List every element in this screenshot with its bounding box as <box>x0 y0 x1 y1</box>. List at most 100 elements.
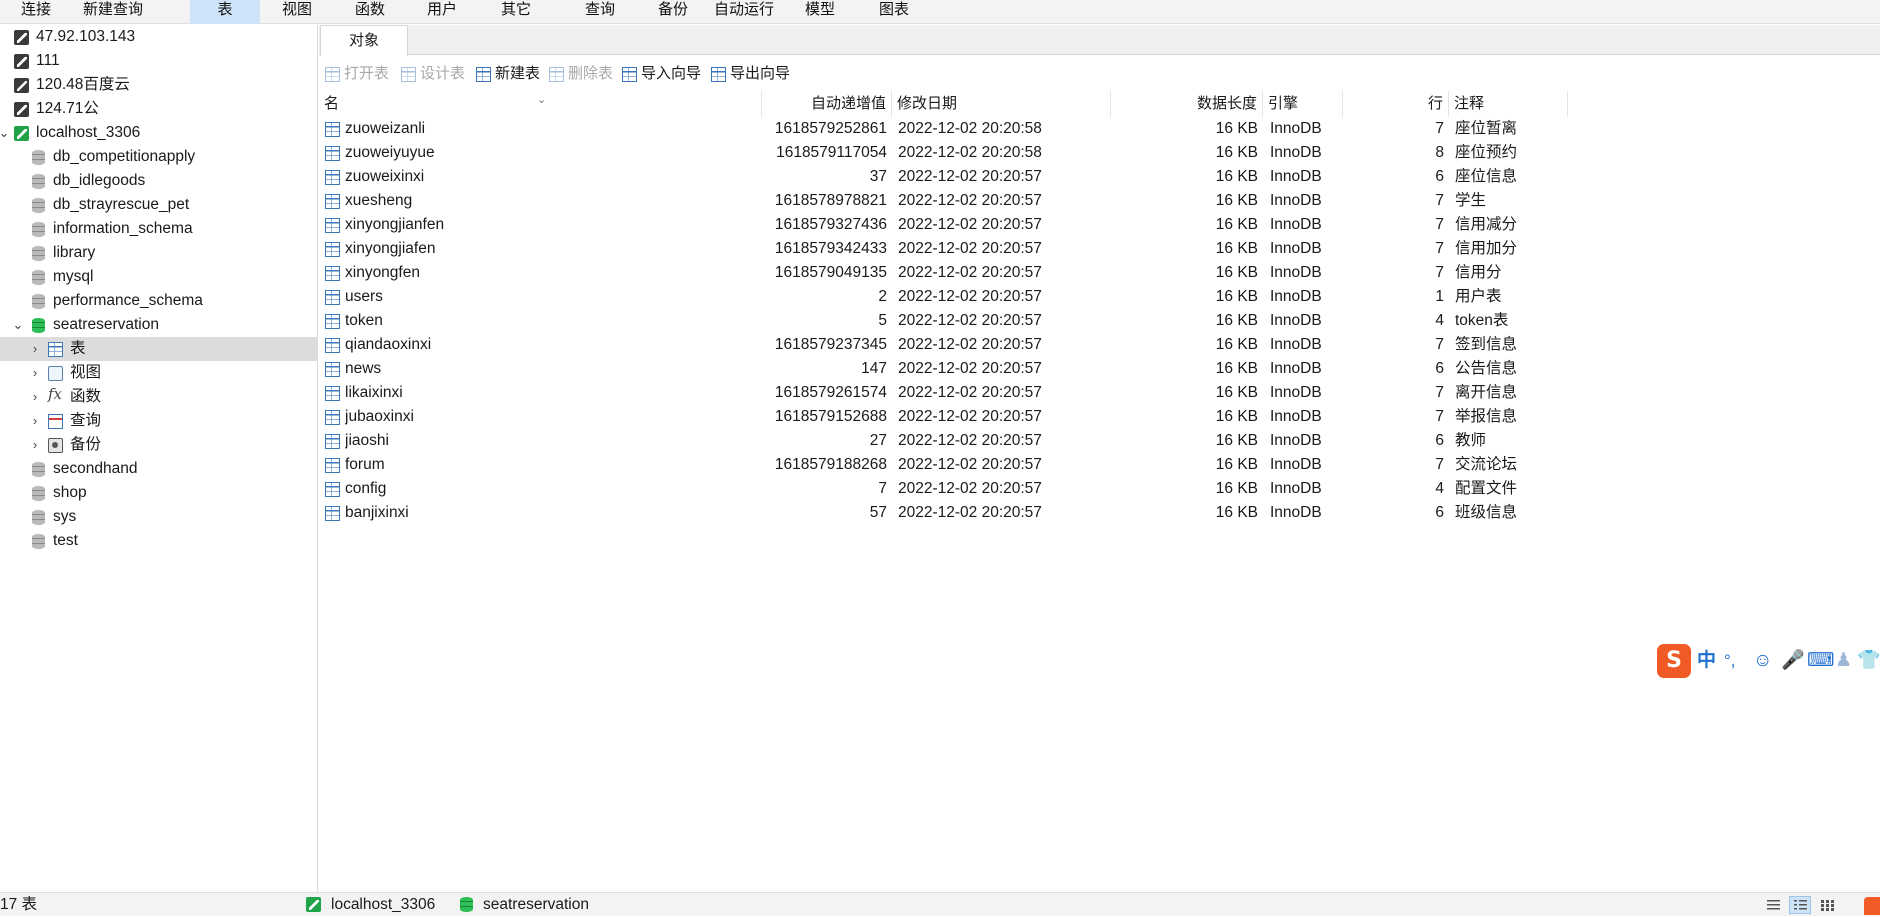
table-row[interactable]: news 147 2022-12-02 20:20:57 16 KB InnoDB 6 公告… <box>319 357 1880 381</box>
tree-database[interactable]: information_schema <box>0 217 318 241</box>
ime-mode-toggle[interactable]: 中 <box>1697 649 1716 673</box>
expanded-chevron-icon[interactable]: ⌄ <box>12 313 24 337</box>
tree-database[interactable]: db_strayrescue_pet <box>0 193 318 217</box>
col-auto-inc-header[interactable]: 自动递增值 <box>762 91 892 117</box>
cell-data-length: 16 KB <box>1215 264 1258 281</box>
table-row[interactable]: xuesheng 1618578978821 2022-12-02 20:20:57… <box>319 189 1880 213</box>
cell-engine: InnoDB <box>1270 384 1322 401</box>
list-view-icon <box>1767 900 1780 911</box>
tree-folder-function[interactable]: › fx 函数 <box>0 385 318 409</box>
menu-item[interactable]: 备份 <box>638 0 708 24</box>
cell-rows: 7 <box>1435 408 1444 425</box>
tree-database[interactable]: mysql <box>0 265 318 289</box>
ime-punct-toggle[interactable]: °, <box>1724 649 1736 673</box>
menu-item[interactable]: 视图 <box>268 0 326 24</box>
table-icon <box>325 170 340 185</box>
tree-node-label: mysql <box>53 268 94 285</box>
connection-tree[interactable]: 47.92.103.143 111 120.48百度云 124.71公 ⌄ localho… <box>0 25 318 892</box>
cell-modified: 2022-12-02 20:20:58 <box>898 144 1042 161</box>
menu-item[interactable]: 新建查询 <box>76 0 150 24</box>
ime-logo-icon[interactable]: S <box>1657 644 1691 678</box>
table-icon <box>325 194 340 209</box>
menu-item[interactable]: 图表 <box>864 0 924 24</box>
ime-skin-icon[interactable]: 👕 <box>1857 649 1880 673</box>
collapsed-chevron-icon[interactable]: › <box>29 337 41 361</box>
cell-name: likaixinxi <box>345 384 403 401</box>
collapsed-chevron-icon[interactable]: › <box>29 385 41 409</box>
tree-folder-view[interactable]: › 视图 <box>0 361 318 385</box>
menu-item[interactable]: 连接 <box>15 0 57 24</box>
table-row[interactable]: qiandaoxinxi 1618579237345 2022-12-02 20:2… <box>319 333 1880 357</box>
menu-item[interactable]: 模型 <box>789 0 851 24</box>
tree-database-seatreservation[interactable]: ⌄ seatreservation <box>0 313 318 337</box>
tree-connection[interactable]: 120.48百度云 <box>0 73 318 97</box>
tree-database[interactable]: db_idlegoods <box>0 169 318 193</box>
menu-item[interactable]: 查询 <box>565 0 635 24</box>
tree-connection-localhost[interactable]: ⌄ localhost_3306 <box>0 121 318 145</box>
tree-database[interactable]: db_competitionapply <box>0 145 318 169</box>
tree-folder-query[interactable]: › 查询 <box>0 409 318 433</box>
collapsed-chevron-icon[interactable]: › <box>29 433 41 457</box>
collapsed-chevron-icon[interactable]: › <box>29 361 41 385</box>
table-row[interactable]: zuoweiyuyue 1618579117054 2022-12-02 20:20… <box>319 141 1880 165</box>
detail-view-button[interactable] <box>1789 896 1811 914</box>
table-row[interactable]: jubaoxinxi 1618579152688 2022-12-02 20:20:… <box>319 405 1880 429</box>
cell-auto-inc: 1618579117054 <box>776 144 887 161</box>
tree-database[interactable]: sys <box>0 505 318 529</box>
tree-folder-table[interactable]: › 表 <box>0 337 318 361</box>
menu-item[interactable]: 自动运行 <box>705 0 783 24</box>
collapsed-chevron-icon[interactable]: › <box>29 409 41 433</box>
table-row[interactable]: xinyongjiafen 1618579342433 2022-12-02 20:… <box>319 237 1880 261</box>
ime-user-icon[interactable]: ♟ <box>1835 649 1852 673</box>
table-row[interactable]: token 5 2022-12-02 20:20:57 16 KB InnoDB 4 tok… <box>319 309 1880 333</box>
tree-connection[interactable]: 111 <box>0 49 318 73</box>
table-row[interactable]: xinyongfen 1618579049135 2022-12-02 20:20:… <box>319 261 1880 285</box>
ime-tray-icon[interactable] <box>1864 897 1880 915</box>
menu-item[interactable]: 表 <box>190 0 260 24</box>
ime-voice-icon[interactable]: 🎤 <box>1781 649 1805 673</box>
tree-database[interactable]: shop <box>0 481 318 505</box>
col-rows-header[interactable]: 行 <box>1343 91 1449 117</box>
table-row[interactable]: users 2 2022-12-02 20:20:57 16 KB InnoDB 1 用户表 <box>319 285 1880 309</box>
ime-emoji-icon[interactable]: ☺ <box>1753 649 1772 673</box>
cell-comment: 公告信息 <box>1455 360 1518 377</box>
table-row[interactable]: config 7 2022-12-02 20:20:57 16 KB InnoDB 4 配置… <box>319 477 1880 501</box>
cell-modified: 2022-12-02 20:20:57 <box>898 192 1042 209</box>
database-icon <box>460 897 473 912</box>
cell-rows: 4 <box>1435 312 1444 329</box>
tree-node-label: 备份 <box>70 436 102 453</box>
cell-engine: InnoDB <box>1270 504 1322 521</box>
grid-view-button[interactable] <box>1816 896 1838 914</box>
menu-item[interactable]: 用户 <box>410 0 474 24</box>
menu-item[interactable]: 函数 <box>338 0 402 24</box>
col-engine-header[interactable]: 引擎 <box>1263 91 1343 117</box>
table-row[interactable]: xinyongjianfen 1618579327436 2022-12-02 20… <box>319 213 1880 237</box>
tree-folder-backup[interactable]: › 备份 <box>0 433 318 457</box>
table-row[interactable]: zuoweizanli 1618579252861 2022-12-02 20:20… <box>319 117 1880 141</box>
expanded-chevron-icon[interactable]: ⌄ <box>0 121 10 145</box>
table-row[interactable]: forum 1618579188268 2022-12-02 20:20:57 16 … <box>319 453 1880 477</box>
tree-connection[interactable]: 47.92.103.143 <box>0 25 318 49</box>
cell-data-length: 16 KB <box>1215 120 1258 137</box>
tree-database[interactable]: library <box>0 241 318 265</box>
ime-keyboard-icon[interactable]: ⌨ <box>1807 649 1834 673</box>
ime-toolbar[interactable]: S 中 °, ☺ 🎤 ⌨ ♟ 👕 <box>1657 644 1880 680</box>
table-row[interactable]: likaixinxi 1618579261574 2022-12-02 20:20:… <box>319 381 1880 405</box>
tab-objects[interactable]: 对象 <box>320 25 408 56</box>
tree-database[interactable]: test <box>0 529 318 553</box>
list-view-button[interactable] <box>1762 896 1784 914</box>
cell-modified: 2022-12-02 20:20:57 <box>898 288 1042 305</box>
table-row[interactable]: jiaoshi 27 2022-12-02 20:20:57 16 KB InnoDB 6… <box>319 429 1880 453</box>
menu-item[interactable]: 其它 <box>487 0 545 24</box>
cell-auto-inc: 1618579342433 <box>774 240 887 257</box>
cell-data-length: 16 KB <box>1215 144 1258 161</box>
tree-connection[interactable]: 124.71公 <box>0 97 318 121</box>
table-row[interactable]: zuoweixinxi 37 2022-12-02 20:20:57 16 KB Inn… <box>319 165 1880 189</box>
col-data-length-header[interactable]: 数据长度 <box>1111 91 1263 117</box>
tree-database[interactable]: secondhand <box>0 457 318 481</box>
cell-rows: 7 <box>1435 120 1444 137</box>
tree-database[interactable]: performance_schema <box>0 289 318 313</box>
col-modified-header[interactable]: 修改日期 <box>892 91 1111 117</box>
table-row[interactable]: banjixinxi 57 2022-12-02 20:20:57 16 KB Inno… <box>319 501 1880 525</box>
col-comment-header[interactable]: 注释 <box>1449 91 1568 117</box>
